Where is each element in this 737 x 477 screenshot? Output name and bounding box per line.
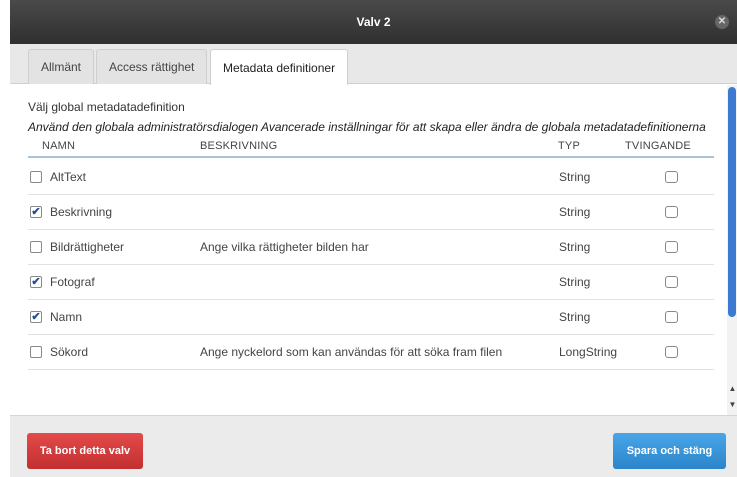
column-header-name[interactable]: NAMN bbox=[42, 140, 75, 152]
row-type: String bbox=[559, 240, 591, 254]
section-description: Använd den globala administratörsdialoge… bbox=[28, 120, 706, 134]
row-select-checkbox[interactable] bbox=[30, 241, 42, 253]
row-name: Namn bbox=[50, 310, 83, 324]
table-row[interactable]: Bildrättigheter Ange vilka rättigheter b… bbox=[28, 230, 714, 265]
tab-metadata-definitioner[interactable]: Metadata definitioner bbox=[210, 49, 349, 85]
tab-label: Allmänt bbox=[41, 60, 82, 74]
row-select-checkbox[interactable]: ✔ bbox=[30, 276, 42, 288]
row-required-checkbox[interactable] bbox=[665, 276, 678, 288]
table-row[interactable]: ✔ Beskrivning String bbox=[28, 195, 714, 230]
row-select-checkbox[interactable]: ✔ bbox=[30, 206, 42, 218]
row-select-checkbox[interactable]: ✔ bbox=[30, 311, 42, 323]
row-type: String bbox=[559, 205, 591, 219]
scroll-down-arrow-icon[interactable]: ▼ bbox=[728, 399, 737, 411]
row-type: String bbox=[559, 170, 591, 184]
row-select-checkbox[interactable] bbox=[30, 346, 42, 358]
row-description: Ange nyckelord som kan användas för att … bbox=[200, 345, 503, 359]
column-header-description[interactable]: BESKRIVNING bbox=[200, 140, 277, 152]
row-required-checkbox[interactable] bbox=[665, 241, 678, 253]
row-name: Fotograf bbox=[50, 275, 95, 289]
tab-allmant[interactable]: Allmänt bbox=[28, 49, 95, 84]
table-row[interactable]: Sökord Ange nyckelord som kan användas f… bbox=[28, 335, 714, 370]
section-title: Välj global metadatadefinition bbox=[28, 100, 185, 114]
row-required-checkbox[interactable] bbox=[665, 311, 678, 323]
tab-access-rattighet[interactable]: Access rättighet bbox=[96, 49, 208, 84]
delete-vault-button[interactable]: Ta bort detta valv bbox=[27, 433, 143, 469]
row-required-checkbox[interactable] bbox=[665, 171, 678, 183]
column-header-required[interactable]: TVINGANDE bbox=[625, 140, 691, 152]
close-icon[interactable]: ✕ bbox=[715, 15, 729, 29]
row-name: Beskrivning bbox=[50, 205, 113, 219]
dialog-footer: Ta bort detta valv Spara och stäng bbox=[10, 415, 737, 477]
row-required-checkbox[interactable] bbox=[665, 206, 678, 218]
row-name: AltText bbox=[50, 170, 87, 184]
row-required-checkbox[interactable] bbox=[665, 346, 678, 358]
scrollbar-thumb[interactable] bbox=[728, 87, 736, 317]
tab-bar: Allmänt Access rättighet Metadata defini… bbox=[10, 44, 737, 85]
row-select-checkbox[interactable] bbox=[30, 171, 42, 183]
table-row[interactable]: ✔ Fotograf String bbox=[28, 265, 714, 300]
scroll-up-arrow-icon[interactable]: ▲ bbox=[728, 383, 737, 395]
row-type: LongString bbox=[559, 345, 618, 359]
save-and-close-button[interactable]: Spara och stäng bbox=[613, 433, 726, 469]
table-row[interactable]: ✔ Namn String bbox=[28, 300, 714, 335]
table-row[interactable]: AltText String bbox=[28, 160, 714, 195]
row-name: Sökord bbox=[50, 345, 89, 359]
row-description: Ange vilka rättigheter bilden har bbox=[200, 240, 369, 254]
column-header-type[interactable]: TYP bbox=[558, 140, 580, 152]
dialog-title: Valv 2 bbox=[356, 15, 391, 29]
tab-label: Metadata definitioner bbox=[223, 60, 336, 75]
row-type: String bbox=[559, 275, 591, 289]
metadata-panel: Välj global metadatadefinition Använd de… bbox=[10, 85, 727, 415]
header-divider bbox=[28, 156, 714, 158]
dialog-titlebar: Valv 2 ✕ bbox=[10, 0, 737, 44]
row-type: String bbox=[559, 310, 591, 324]
tab-label: Access rättighet bbox=[109, 60, 195, 74]
row-name: Bildrättigheter bbox=[50, 240, 125, 254]
